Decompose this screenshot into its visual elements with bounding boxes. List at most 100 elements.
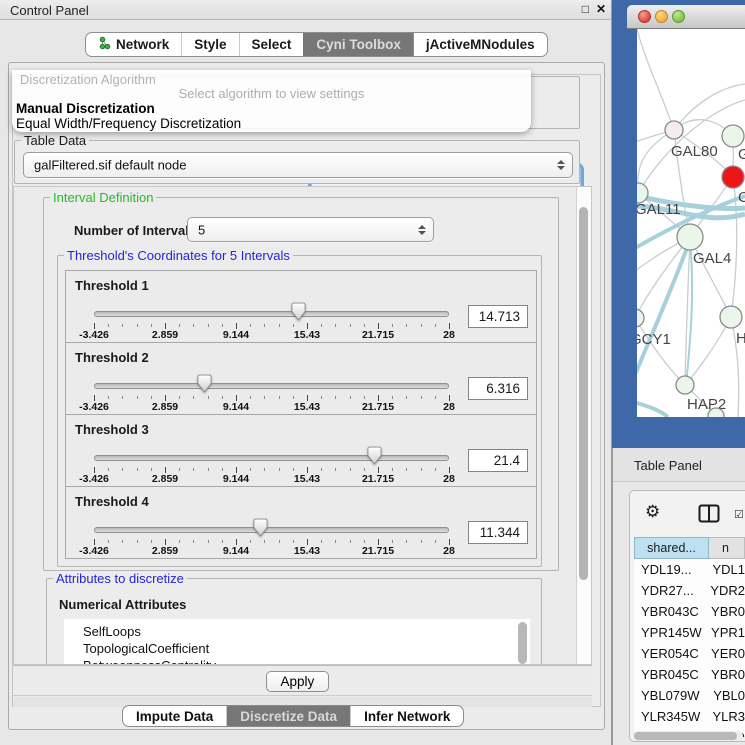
slider-track[interactable] — [94, 455, 449, 461]
network-node-h[interactable] — [720, 306, 742, 328]
table-row[interactable]: YER054CYER0 — [634, 643, 745, 664]
cell-shared-name[interactable]: YPR145W — [634, 622, 702, 643]
apply-button[interactable]: Apply — [266, 671, 330, 692]
checkbox-filter-icons[interactable]: ☑☑ — [734, 508, 745, 521]
slider-thumb-icon[interactable] — [253, 518, 268, 537]
gear-icon[interactable]: ⚙ — [645, 502, 660, 522]
cell-name[interactable]: YER0 — [702, 643, 745, 664]
threshold-slider[interactable] — [94, 302, 449, 322]
attribute-item-topologicalcoefficient[interactable]: TopologicalCoefficient — [64, 640, 530, 657]
network-canvas[interactable]: GAL80GCGAL11GAL4GCY1HHAP2 — [637, 29, 745, 417]
tab-impute-data[interactable]: Impute Data — [123, 706, 226, 726]
slider-thumb-icon[interactable] — [291, 302, 306, 321]
dropdown-option-equal-width-frequency[interactable]: Equal Width/Frequency Discretization — [16, 116, 241, 131]
network-node-gal80[interactable] — [665, 121, 683, 139]
table-row[interactable]: YDR27...YDR2 — [634, 580, 745, 601]
threshold-slider[interactable] — [94, 374, 449, 394]
attribute-list-scrollbar[interactable] — [518, 622, 527, 664]
minor-tick — [250, 540, 251, 543]
slider-track[interactable] — [94, 383, 449, 389]
threshold-value-field[interactable]: 11.344 — [468, 521, 528, 544]
table-row[interactable]: YBR045CYBR0 — [634, 664, 745, 685]
threshold-value-field[interactable]: 21.4 — [468, 449, 528, 472]
minor-tick — [179, 396, 180, 399]
slider-thumb-icon[interactable] — [197, 374, 212, 393]
float-window-icon[interactable]: □ — [582, 2, 589, 16]
network-view-window: GAL80GCGAL11GAL4GCY1HHAP2 — [627, 5, 745, 443]
dropdown-prompt[interactable]: Select algorithm to view settings — [12, 86, 531, 101]
zoom-traffic-light-icon[interactable] — [672, 10, 685, 23]
tick-label: 28 — [443, 473, 455, 485]
cell-name[interactable]: YBR0 — [702, 664, 745, 685]
tab-select[interactable]: Select — [239, 33, 304, 56]
attributes-group: Attributes to discretize Numerical Attri… — [46, 578, 542, 665]
cell-shared-name[interactable]: YDL19... — [634, 559, 703, 580]
dropdown-option-manual-discretization[interactable]: Manual Discretization — [16, 101, 155, 116]
cell-shared-name[interactable]: YER054C — [634, 643, 702, 664]
cell-shared-name[interactable]: YBR043C — [634, 601, 702, 622]
cell-name[interactable]: YDR2 — [701, 580, 745, 601]
threshold-slider[interactable] — [94, 518, 449, 538]
tab-jactivemnodules[interactable]: jActiveMNodules — [413, 33, 547, 56]
threshold-label: Threshold 3 — [75, 422, 149, 437]
cell-name[interactable]: YPR1 — [702, 622, 745, 643]
tick-label: 9.144 — [223, 401, 249, 413]
split-columns-icon[interactable] — [698, 504, 720, 526]
close-traffic-light-icon[interactable] — [638, 10, 651, 23]
minor-tick — [264, 396, 265, 399]
number-of-intervals-combobox[interactable]: 5 — [187, 217, 434, 242]
threshold-slider[interactable] — [94, 446, 449, 466]
network-node-gcy1[interactable] — [637, 309, 644, 327]
minor-tick — [392, 468, 393, 471]
tab-label: Cyni Toolbox — [316, 37, 401, 52]
attribute-item-betweennesscentrality[interactable]: BetweennessCentrality — [64, 657, 530, 665]
minor-tick — [364, 540, 365, 543]
slider-thumb-icon[interactable] — [367, 446, 382, 465]
cell-name[interactable]: YBL0 — [704, 685, 745, 706]
column-header-name[interactable]: n — [709, 537, 745, 559]
threshold-value-field[interactable]: 14.713 — [468, 305, 528, 328]
table-horizontal-scrollbar[interactable] — [633, 731, 743, 741]
cell-name[interactable]: YBR0 — [702, 601, 745, 622]
cell-name[interactable]: YLR3 — [703, 706, 745, 727]
column-header-shared-name[interactable]: shared... — [634, 537, 709, 559]
slider-track[interactable] — [94, 527, 449, 533]
tab-discretize-data[interactable]: Discretize Data — [226, 706, 350, 726]
cell-shared-name[interactable]: YLR345W — [634, 706, 703, 727]
network-node-gal4[interactable] — [677, 224, 703, 250]
network-window-frame: GAL80GCGAL11GAL4GCY1HHAP2 — [627, 29, 745, 443]
settings-scrollbar-thumb[interactable] — [579, 207, 588, 580]
minor-tick — [193, 540, 194, 543]
tick-label: 15.43 — [294, 473, 320, 485]
network-node-g[interactable] — [722, 125, 744, 147]
minimize-traffic-light-icon[interactable] — [655, 10, 668, 23]
minor-tick — [435, 468, 436, 471]
slider-track[interactable] — [94, 311, 449, 317]
table-row[interactable]: YDL19...YDL1 — [634, 559, 745, 580]
table-row[interactable]: YBL079WYBL0 — [634, 685, 745, 706]
cell-name[interactable]: YDL1 — [703, 559, 745, 580]
table-row[interactable]: YPR145WYPR1 — [634, 622, 745, 643]
tab-infer-network[interactable]: Infer Network — [350, 706, 463, 726]
cell-shared-name[interactable]: YBR045C — [634, 664, 702, 685]
tab-network[interactable]: Network — [86, 33, 181, 56]
network-node-c[interactable] — [722, 166, 744, 188]
table-data-combobox[interactable]: galFiltered.sif default node — [23, 152, 573, 178]
network-window-titlebar[interactable] — [627, 5, 745, 29]
tab-cyni-toolbox[interactable]: Cyni Toolbox — [303, 33, 413, 56]
minor-tick — [151, 324, 152, 327]
cell-shared-name[interactable]: YDR27... — [634, 580, 701, 601]
network-node-hap2[interactable] — [676, 376, 694, 394]
attribute-list[interactable]: SelfLoopsTopologicalCoefficientBetweenne… — [64, 619, 530, 665]
bottom-tab-bar: Impute DataDiscretize DataInfer Network — [122, 705, 464, 727]
table-row[interactable]: YBR043CYBR0 — [634, 601, 745, 622]
cell-shared-name[interactable]: YBL079W — [634, 685, 704, 706]
attribute-item-selfloops[interactable]: SelfLoops — [64, 623, 530, 640]
settings-scrollbar[interactable] — [576, 187, 591, 664]
table-horizontal-scrollbar-thumb[interactable] — [634, 732, 737, 740]
table-row[interactable]: YLR345WYLR3 — [634, 706, 745, 727]
minor-tick — [421, 468, 422, 471]
close-icon[interactable]: ✕ — [596, 2, 606, 16]
threshold-value-field[interactable]: 6.316 — [468, 377, 528, 400]
tab-style[interactable]: Style — [181, 33, 238, 56]
